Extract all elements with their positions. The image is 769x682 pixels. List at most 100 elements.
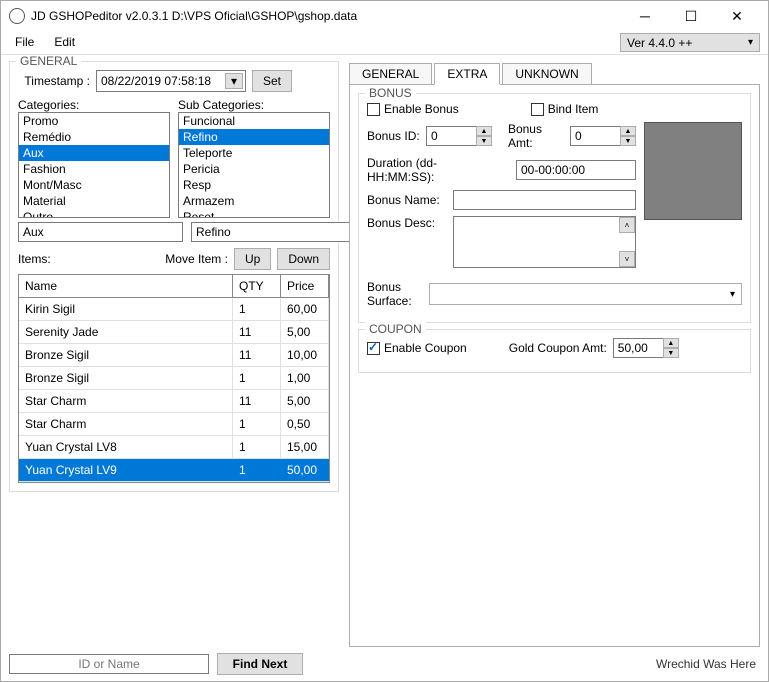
spin-down-icon[interactable]: ▼	[620, 136, 636, 146]
bonus-name-input[interactable]	[453, 190, 636, 210]
bind-item-checkbox[interactable]: Bind Item	[531, 102, 599, 116]
maximize-button[interactable]: ☐	[668, 2, 714, 30]
cell-price: 5,00	[281, 390, 329, 412]
window-title: JD GSHOPeditor v2.0.3.1 D:\VPS Oficial\G…	[31, 9, 622, 23]
cell-name: Yuan Crystal LV8	[19, 436, 233, 458]
cell-name: Kirin Sigil	[19, 298, 233, 320]
enable-bonus-checkbox[interactable]: Enable Bonus	[367, 102, 459, 116]
spin-up-icon[interactable]: ▲	[620, 126, 636, 136]
timestamp-label: Timestamp :	[18, 74, 90, 88]
subcategory-item[interactable]: Teleporte	[179, 145, 329, 161]
cell-qty: 1	[233, 436, 281, 458]
find-next-button[interactable]: Find Next	[217, 653, 303, 675]
categories-label: Categories:	[18, 98, 170, 112]
subcategory-item[interactable]: Resp	[179, 177, 329, 193]
category-item[interactable]: Aux	[19, 145, 169, 161]
cell-name: Yuan Crystal LV9	[19, 459, 233, 481]
tab-extra[interactable]: EXTRA	[434, 63, 500, 85]
bonus-id-spinner[interactable]: ▲▼	[426, 126, 492, 146]
cell-qty: 11	[233, 321, 281, 343]
col-header-qty[interactable]: QTY	[233, 275, 281, 297]
cell-name: Serenity Jade	[19, 321, 233, 343]
subcategory-item[interactable]: Armazem	[179, 193, 329, 209]
col-header-name[interactable]: Name	[19, 275, 233, 297]
cell-qty: 1	[233, 298, 281, 320]
cell-qty: 1	[233, 413, 281, 435]
cell-qty: 1	[233, 367, 281, 389]
gold-coupon-spinner[interactable]: ▲▼	[613, 338, 679, 358]
bonus-desc-textarea[interactable]: ˄ ˅	[453, 216, 636, 268]
move-down-button[interactable]: Down	[277, 248, 330, 270]
cell-name: Star Charm	[19, 390, 233, 412]
bonus-surface-dropdown[interactable]: ▾	[429, 283, 742, 305]
enable-coupon-checkbox[interactable]: Enable Coupon	[367, 341, 467, 355]
spin-up-icon[interactable]: ▲	[663, 338, 679, 348]
table-row[interactable]: Bronze Sigil1110,00	[19, 344, 329, 367]
scroll-down-icon[interactable]: ˅	[619, 251, 635, 267]
search-input[interactable]	[9, 654, 209, 674]
chevron-down-icon: ▾	[748, 37, 753, 48]
cell-qty: 11	[233, 390, 281, 412]
scroll-up-icon[interactable]: ˄	[619, 217, 635, 233]
bonus-amt-input[interactable]	[570, 126, 620, 146]
table-row[interactable]: Bronze Sigil11,00	[19, 367, 329, 390]
credits-label: Wrechid Was Here	[656, 657, 760, 671]
minimize-button[interactable]: ─	[622, 2, 668, 30]
col-header-price[interactable]: Price	[281, 275, 329, 297]
coupon-group: COUPON Enable Coupon Gold Coupon Amt: ▲▼	[358, 329, 751, 373]
calendar-icon[interactable]: ▾	[225, 73, 243, 89]
subcategory-item[interactable]: Funcional	[179, 113, 329, 129]
tab-general[interactable]: GENERAL	[349, 63, 432, 85]
bonus-name-label: Bonus Name:	[367, 193, 447, 207]
cell-price: 15,00	[281, 436, 329, 458]
gold-coupon-input[interactable]	[613, 338, 663, 358]
items-table[interactable]: Name QTY Price Kirin Sigil160,00Serenity…	[18, 274, 330, 483]
bonus-id-input[interactable]	[426, 126, 476, 146]
cell-price: 0,50	[281, 413, 329, 435]
category-item[interactable]: Remédio	[19, 129, 169, 145]
category-item[interactable]: Mont/Masc	[19, 177, 169, 193]
bind-item-label: Bind Item	[548, 102, 599, 116]
subcategory-value-input[interactable]	[191, 222, 356, 242]
move-up-button[interactable]: Up	[234, 248, 271, 270]
categories-listbox[interactable]: PromoRemédioAuxFashionMont/MascMaterialO…	[18, 112, 170, 218]
duration-input[interactable]	[516, 160, 636, 180]
bonus-amt-label: Bonus Amt:	[508, 122, 564, 150]
subcategory-item[interactable]: Refino	[179, 129, 329, 145]
table-row[interactable]: Yuan Crystal LV8115,00	[19, 436, 329, 459]
cell-name: Bronze Sigil	[19, 344, 233, 366]
bonus-amt-spinner[interactable]: ▲▼	[570, 126, 636, 146]
tab-unknown[interactable]: UNKNOWN	[502, 63, 591, 85]
subcategories-listbox[interactable]: FuncionalRefinoTeleportePericiaRespArmaz…	[178, 112, 330, 218]
table-row[interactable]: Serenity Jade115,00	[19, 321, 329, 344]
close-button[interactable]: ✕	[714, 2, 760, 30]
timestamp-input[interactable]: 08/22/2019 07:58:18 ▾	[96, 70, 246, 92]
bonus-group: BONUS Enable Bonus Bind Item	[358, 93, 751, 323]
set-button[interactable]: Set	[252, 70, 292, 92]
table-row[interactable]: Star Charm115,00	[19, 390, 329, 413]
category-item[interactable]: Outro	[19, 209, 169, 218]
spin-down-icon[interactable]: ▼	[476, 136, 492, 146]
category-item[interactable]: Material	[19, 193, 169, 209]
bonus-image-preview	[644, 122, 742, 220]
category-value-input[interactable]	[18, 222, 183, 242]
table-row[interactable]: Kirin Sigil160,00	[19, 298, 329, 321]
subcategory-item[interactable]: Reset	[179, 209, 329, 218]
subcategory-item[interactable]: Pericia	[179, 161, 329, 177]
enable-coupon-label: Enable Coupon	[384, 341, 467, 355]
version-dropdown[interactable]: Ver 4.4.0 ++ ▾	[620, 33, 760, 52]
enable-bonus-label: Enable Bonus	[384, 102, 459, 116]
spin-up-icon[interactable]: ▲	[476, 126, 492, 136]
cell-name: Star Charm	[19, 413, 233, 435]
cell-qty: 11	[233, 344, 281, 366]
table-row[interactable]: Star Charm10,50	[19, 413, 329, 436]
subcategories-label: Sub Categories:	[178, 98, 330, 112]
menu-file[interactable]: File	[5, 31, 44, 54]
table-row[interactable]: Yuan Crystal LV9150,00	[19, 459, 329, 482]
spin-down-icon[interactable]: ▼	[663, 348, 679, 358]
coupon-group-title: COUPON	[365, 322, 426, 336]
category-item[interactable]: Fashion	[19, 161, 169, 177]
move-item-label: Move Item :	[165, 252, 228, 266]
category-item[interactable]: Promo	[19, 113, 169, 129]
menu-edit[interactable]: Edit	[44, 31, 85, 54]
